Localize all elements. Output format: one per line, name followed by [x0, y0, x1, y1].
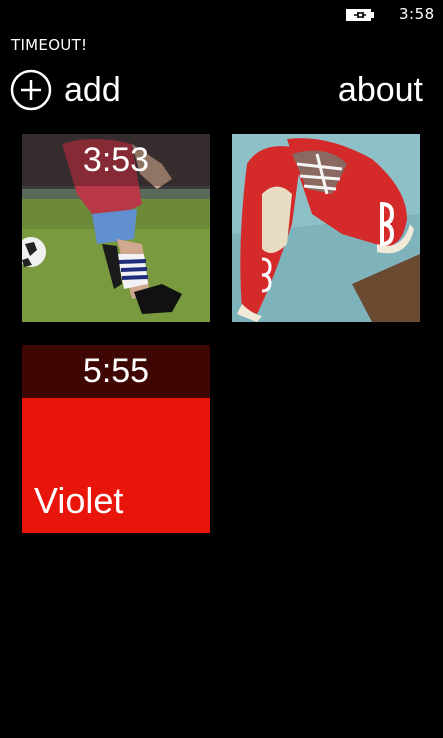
add-label: add: [64, 71, 121, 109]
battery-charging-icon: [346, 9, 374, 21]
timer-tile-soccer[interactable]: 3:53: [22, 134, 210, 322]
app-title: TIMEOUT!: [11, 36, 88, 54]
plus-circle-icon: [10, 69, 52, 111]
tile-name: Violet: [34, 480, 124, 521]
timer-tile-violet[interactable]: 5:55 Violet: [22, 345, 210, 533]
tile-time: 5:55: [22, 345, 210, 398]
tile-time: 3:53: [22, 134, 210, 186]
timer-tile-shoes[interactable]: [232, 134, 420, 322]
add-button[interactable]: add: [10, 68, 121, 112]
status-bar: 3:58: [0, 0, 443, 30]
red-shoes-photo: [232, 134, 420, 322]
status-time: 3:58: [399, 5, 435, 23]
about-link[interactable]: about: [338, 68, 423, 112]
